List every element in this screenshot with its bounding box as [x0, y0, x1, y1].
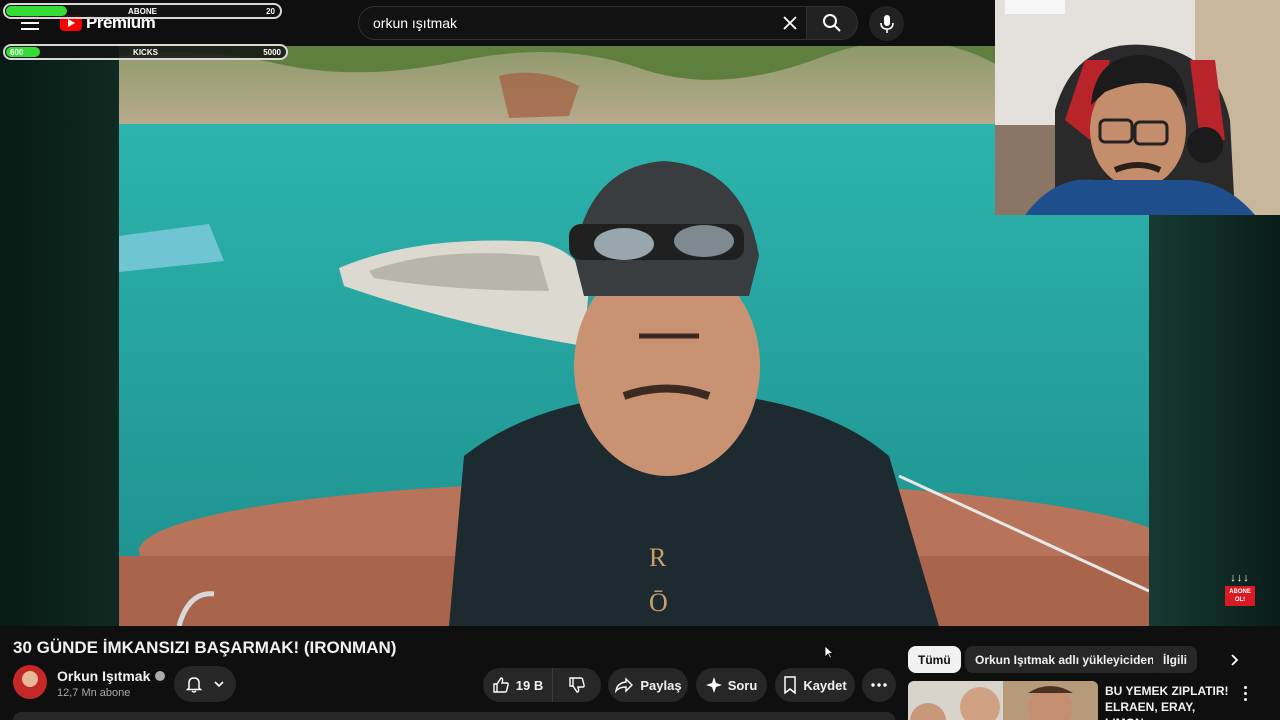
share-icon — [615, 677, 634, 693]
chip-all[interactable]: Tümü — [908, 646, 961, 673]
recommended-video-menu-button[interactable] — [1238, 684, 1252, 702]
kicks-goal-target: 5000 — [263, 48, 281, 57]
thumbs-down-icon — [569, 677, 585, 693]
save-button[interactable]: Kaydet — [775, 668, 855, 702]
mouse-cursor-icon — [824, 645, 834, 659]
youtube-watch-page: Premium orkun ışıtmak R Ō ABONE 20 600 K… — [0, 0, 1280, 720]
chip-related[interactable]: İlgili — [1153, 646, 1197, 673]
chip-from-uploader[interactable]: Orkun Işıtmak adlı yükleyiciden — [965, 646, 1165, 673]
subscribe-reminder-box: ABONE OL! — [1225, 586, 1255, 606]
video-title: 30 GÜNDE İMKANSIZI BAŞARMAK! (IRONMAN) — [13, 638, 397, 657]
kicks-goal-bar: 600 KICKS 5000 — [3, 44, 288, 60]
share-button[interactable]: Paylaş — [608, 668, 688, 702]
subscription-notification-button[interactable] — [174, 666, 236, 702]
more-actions-button[interactable] — [862, 668, 896, 702]
down-arrows-icon: ↓↓↓ — [1230, 572, 1250, 584]
subscriber-goal-value: 20 — [266, 7, 275, 16]
subscriber-goal-label: ABONE — [128, 7, 157, 16]
streamer-webcam — [995, 0, 1280, 215]
dislike-button[interactable] — [553, 668, 601, 702]
thumbnail-image — [908, 681, 1098, 720]
microphone-icon — [879, 14, 894, 33]
player-background-left — [0, 46, 119, 626]
verified-icon — [155, 671, 166, 681]
like-dislike-group: 19 B — [483, 668, 601, 702]
channel-name-link[interactable]: Orkun Işıtmak — [57, 668, 166, 684]
like-button[interactable]: 19 B — [483, 668, 553, 702]
search-button[interactable] — [806, 6, 858, 40]
chevron-down-icon — [214, 681, 224, 688]
webcam-frame — [995, 0, 1280, 215]
clear-search-button[interactable] — [772, 7, 808, 39]
search-input[interactable]: orkun ışıtmak — [358, 6, 808, 40]
bell-icon — [185, 677, 203, 693]
voice-search-button[interactable] — [869, 6, 904, 41]
chevron-right-icon — [1231, 654, 1239, 666]
channel-avatar[interactable] — [13, 665, 47, 699]
svg-text:R: R — [649, 543, 667, 572]
recommended-video-title[interactable]: BU YEMEK ZIPLATIR! ELRAEN, ERAY, LIMON,.… — [1105, 683, 1235, 720]
search-query[interactable]: orkun ışıtmak — [373, 15, 772, 31]
close-icon — [783, 16, 797, 30]
bookmark-icon — [784, 676, 797, 694]
svg-text:Ō: Ō — [649, 588, 668, 617]
kicks-goal-label: KICKS — [133, 48, 158, 57]
search-icon — [823, 14, 841, 32]
subscribe-reminder-badge: ↓↓↓ ABONE OL! — [1222, 572, 1258, 608]
subscriber-goal-bar: ABONE 20 — [3, 3, 282, 19]
description-box[interactable] — [13, 712, 895, 720]
ask-button[interactable]: Soru — [696, 668, 767, 702]
sparkle-icon — [705, 677, 722, 693]
player-background-right — [1149, 215, 1280, 626]
recommended-video-thumbnail[interactable] — [908, 681, 1098, 720]
thumbs-up-icon — [493, 677, 509, 693]
more-horizontal-icon — [871, 683, 887, 687]
like-count: 19 B — [515, 677, 544, 693]
subscriber-count: 12,7 Mn abone — [57, 687, 131, 699]
chips-next-button[interactable] — [1222, 648, 1246, 672]
